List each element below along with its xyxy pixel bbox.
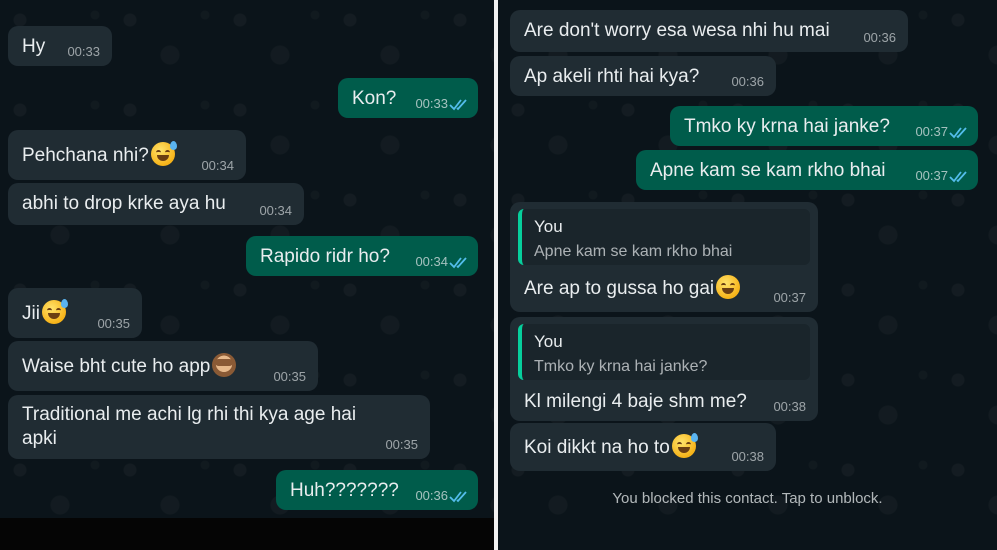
message-text: Hy	[22, 36, 46, 57]
chat-panel-right[interactable]: Are don't worry esa wesa nhi hu mai 00:3…	[498, 0, 997, 550]
message-text: Jii	[22, 303, 40, 324]
message-time: 00:33	[415, 96, 448, 111]
grinning-sweat-emoji	[671, 433, 698, 458]
double-check-icon	[449, 491, 467, 503]
message-time: 00:38	[773, 399, 806, 414]
quote-text: Tmko ky krna hai janke?	[534, 358, 708, 375]
message-time: 00:36	[863, 30, 896, 45]
message-time: 00:37	[773, 290, 806, 305]
message-text: Huh???????	[290, 480, 399, 501]
message-incoming[interactable]: Traditional me achi lg rhi thi kya age h…	[8, 395, 430, 459]
message-text: Waise bht cute ho app	[22, 356, 211, 377]
message-text: Koi dikkt na ho to	[524, 437, 670, 458]
message-time: 00:33	[67, 44, 100, 59]
message-incoming[interactable]: Hy 00:33	[8, 26, 112, 66]
blocked-contact-notice[interactable]: You blocked this contact. Tap to unblock…	[498, 490, 997, 507]
message-text: Ap akeli rhti hai kya?	[524, 66, 700, 87]
message-text: Rapido ridr ho?	[260, 246, 390, 267]
message-text: Are ap to gussa ho gai	[524, 278, 715, 299]
message-time: 00:35	[273, 369, 306, 384]
reply-message[interactable]: You Apne kam se kam rkho bhai Are ap to …	[510, 202, 818, 312]
message-text: Tmko ky krna hai janke?	[684, 116, 890, 137]
message-text: Traditional me achi lg rhi thi kya age h…	[22, 404, 357, 449]
message-time: 00:36	[415, 488, 448, 503]
message-text: Pehchana nhi?	[22, 145, 149, 166]
message-incoming[interactable]: Are don't worry esa wesa nhi hu mai 00:3…	[510, 10, 908, 52]
message-text: Kon?	[352, 88, 397, 109]
message-time: 00:38	[731, 449, 764, 464]
message-time: 00:35	[385, 437, 418, 452]
message-time: 00:34	[415, 254, 448, 269]
chat-panel-left[interactable]: Hy 00:33 Kon? 00:33 Pehchana nhi? 00:34 …	[0, 0, 494, 550]
double-check-icon	[949, 171, 967, 183]
message-text: Are don't worry esa wesa nhi hu mai	[524, 20, 830, 41]
message-incoming[interactable]: Pehchana nhi? 00:34	[8, 130, 246, 180]
message-incoming[interactable]: Waise bht cute ho app 00:35	[8, 341, 318, 391]
reply-message[interactable]: You Tmko ky krna hai janke? Kl milengi 4…	[510, 317, 818, 421]
message-incoming[interactable]: Koi dikkt na ho to 00:38	[510, 423, 776, 471]
message-outgoing[interactable]: Kon? 00:33	[338, 78, 478, 118]
grinning-sweat-emoji	[150, 141, 177, 166]
tears-of-joy-emoji	[716, 275, 741, 299]
message-text: abhi to drop krke aya hu	[22, 193, 226, 214]
quote-author: You	[534, 332, 563, 351]
message-time: 00:34	[201, 158, 234, 173]
message-time: 00:34	[259, 203, 292, 218]
message-incoming[interactable]: Jii 00:35	[8, 288, 142, 338]
message-text: Kl milengi 4 baje shm me?	[524, 391, 747, 412]
double-check-icon	[449, 99, 467, 111]
quoted-message[interactable]: You Apne kam se kam rkho bhai	[518, 209, 810, 265]
bottom-bar	[0, 518, 494, 550]
message-outgoing[interactable]: Tmko ky krna hai janke? 00:37	[670, 106, 978, 146]
quoted-message[interactable]: You Tmko ky krna hai janke?	[518, 324, 810, 380]
message-time: 00:35	[97, 316, 130, 331]
see-no-evil-monkey-emoji	[212, 353, 237, 377]
message-time: 00:37	[915, 124, 948, 139]
message-outgoing[interactable]: Apne kam se kam rkho bhai 00:37	[636, 150, 978, 190]
message-incoming[interactable]: abhi to drop krke aya hu 00:34	[8, 183, 304, 225]
double-check-icon	[449, 257, 467, 269]
double-check-icon	[949, 127, 967, 139]
message-outgoing[interactable]: Huh??????? 00:36	[276, 470, 478, 510]
message-text: Apne kam se kam rkho bhai	[650, 160, 886, 181]
message-time: 00:37	[915, 168, 948, 183]
grinning-sweat-emoji	[41, 299, 68, 324]
quote-text: Apne kam se kam rkho bhai	[534, 243, 733, 260]
message-time: 00:36	[731, 74, 764, 89]
quote-author: You	[534, 217, 563, 236]
message-incoming[interactable]: Ap akeli rhti hai kya? 00:36	[510, 56, 776, 96]
message-outgoing[interactable]: Rapido ridr ho? 00:34	[246, 236, 478, 276]
